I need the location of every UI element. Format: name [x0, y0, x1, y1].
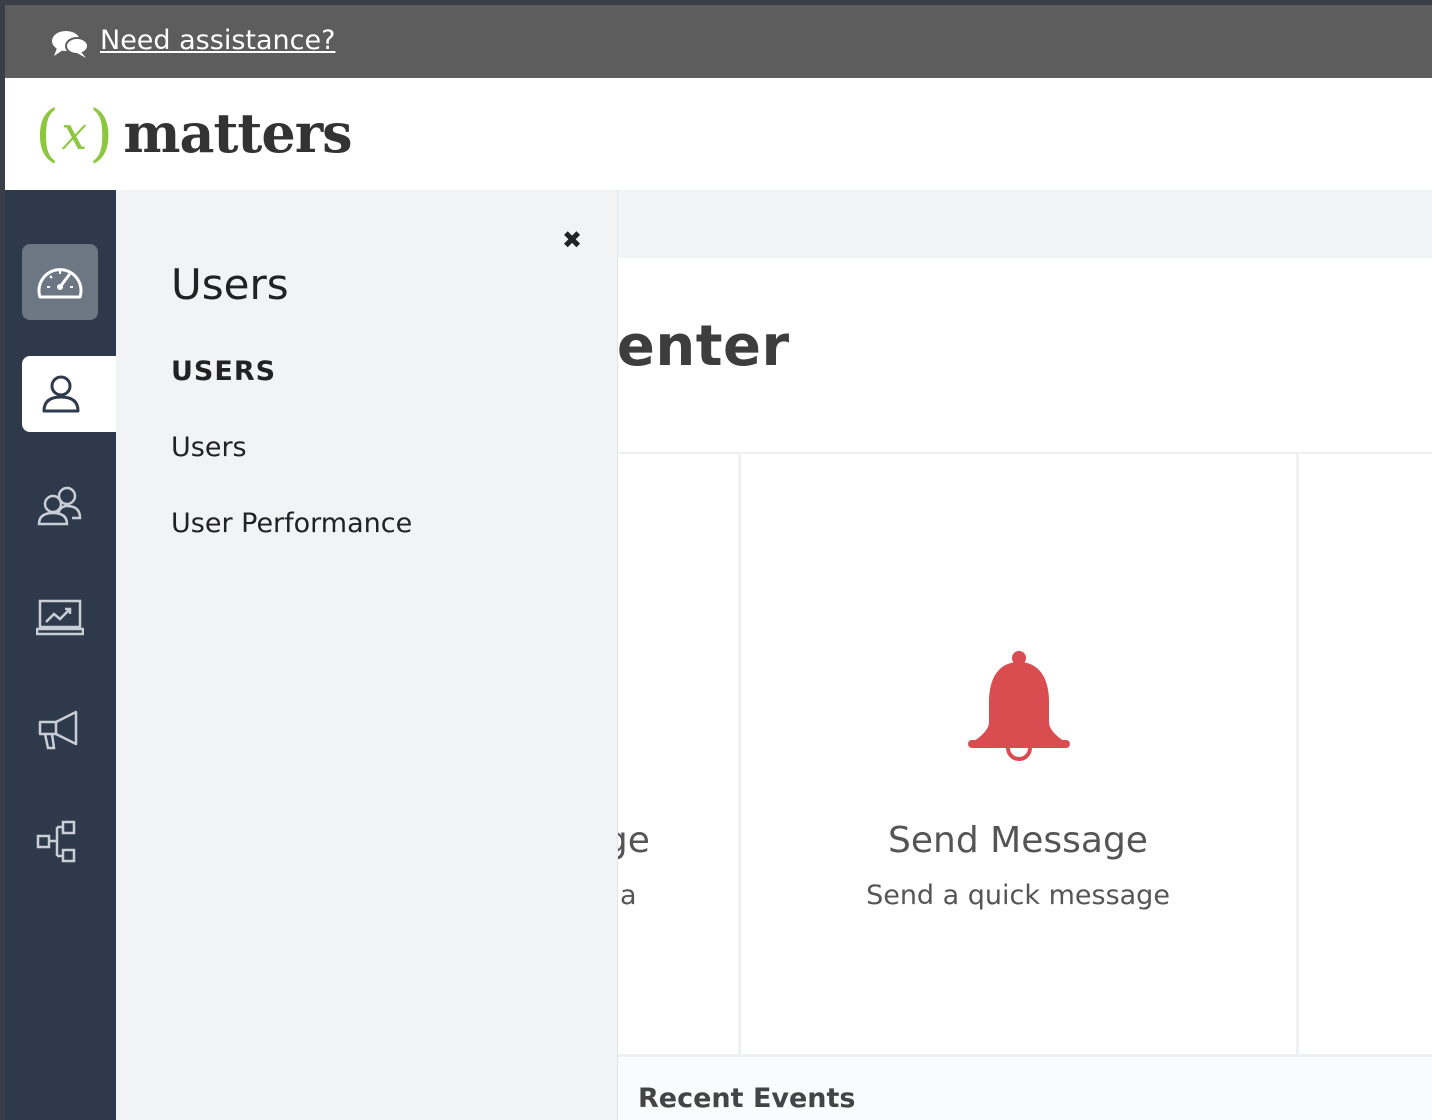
speedometer-icon: [37, 268, 83, 299]
app-frame: Need assistance? ( x ) matters on Center…: [5, 5, 1432, 1120]
logo-word: matters: [123, 101, 352, 165]
card-divider: [738, 452, 741, 1054]
sidebar-item-users[interactable]: [22, 356, 116, 432]
hierarchy-icon: [36, 820, 76, 863]
logo-x: x: [61, 106, 88, 160]
chat-bubbles-icon: [52, 31, 89, 58]
main-sidebar: [5, 190, 116, 1120]
card-divider: [1296, 452, 1299, 1054]
sidebar-item-dashboard[interactable]: [22, 244, 98, 320]
user-icon: [42, 375, 80, 413]
flyout-section-label: USERS: [171, 356, 277, 387]
logo-paren-open: (: [35, 96, 60, 169]
need-assistance-link[interactable]: Need assistance?: [100, 25, 335, 56]
help-bar: Need assistance?: [5, 5, 1432, 78]
flyout-link-users[interactable]: Users: [171, 432, 247, 463]
sidebar-item-workflows[interactable]: [22, 804, 98, 880]
app-header: ( x ) matters: [5, 78, 1432, 191]
recent-events-heading: Recent Events: [638, 1083, 856, 1114]
sidebar-item-groups[interactable]: [22, 468, 98, 544]
card-desc-partial: a: [620, 880, 637, 911]
send-message-title[interactable]: Send Message: [888, 820, 1148, 861]
close-icon[interactable]: ✖: [562, 226, 582, 254]
send-message-desc: Send a quick message: [866, 880, 1170, 911]
logo-paren-close: ): [89, 96, 114, 169]
flyout-title: Users: [171, 260, 289, 309]
bell-icon: [968, 651, 1070, 761]
sidebar-item-reports[interactable]: [22, 580, 98, 656]
users-flyout-panel: ✖ Users USERS Users User Performance: [116, 190, 618, 1120]
sidebar-item-messaging[interactable]: [22, 692, 98, 768]
xmatters-logo[interactable]: ( x ) matters: [35, 96, 353, 169]
chart-screen-icon: [36, 599, 84, 636]
group-icon: [37, 486, 82, 526]
megaphone-icon: [38, 710, 78, 750]
flyout-link-user-performance[interactable]: User Performance: [171, 508, 412, 539]
